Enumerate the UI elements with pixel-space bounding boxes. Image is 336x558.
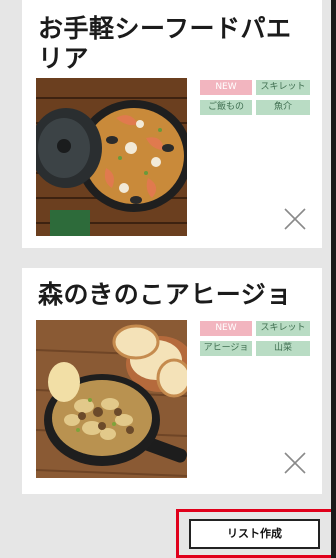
create-list-button[interactable]: リスト作成 — [189, 519, 320, 549]
recipe-photo-paella — [36, 78, 187, 236]
close-icon — [284, 208, 306, 230]
screen-edge — [331, 0, 336, 558]
tag-category: スキレット — [256, 80, 310, 95]
remove-recipe-button[interactable] — [282, 450, 308, 476]
close-icon — [284, 452, 306, 474]
remove-recipe-button[interactable] — [282, 206, 308, 232]
tag-new: NEW — [200, 80, 252, 95]
tag-category: スキレット — [256, 321, 310, 336]
recipe-title: 森のきのこアヒージョ — [38, 280, 292, 309]
recipe-list-screen: お手軽シーフードパエリア NEW スキレット ご飯もの 魚介 森のきのこアヒージ… — [0, 0, 336, 558]
tag-category: 山菜 — [256, 341, 310, 356]
tag-new: NEW — [200, 321, 252, 336]
tag-category: アヒージョ — [200, 341, 252, 356]
recipe-photo-ajillo — [36, 320, 187, 478]
recipe-card[interactable]: 森のきのこアヒージョ NEW スキレット アヒージョ 山菜 — [22, 268, 322, 494]
recipe-tags: NEW スキレット ご飯もの 魚介 — [200, 80, 312, 115]
recipe-tags: NEW スキレット アヒージョ 山菜 — [200, 321, 312, 356]
tag-category: ご飯もの — [200, 100, 252, 115]
recipe-card[interactable]: お手軽シーフードパエリア NEW スキレット ご飯もの 魚介 — [22, 0, 322, 248]
tag-category: 魚介 — [256, 100, 310, 115]
highlight-frame: リスト作成 — [176, 509, 336, 558]
recipe-title: お手軽シーフードパエリア — [38, 14, 292, 73]
